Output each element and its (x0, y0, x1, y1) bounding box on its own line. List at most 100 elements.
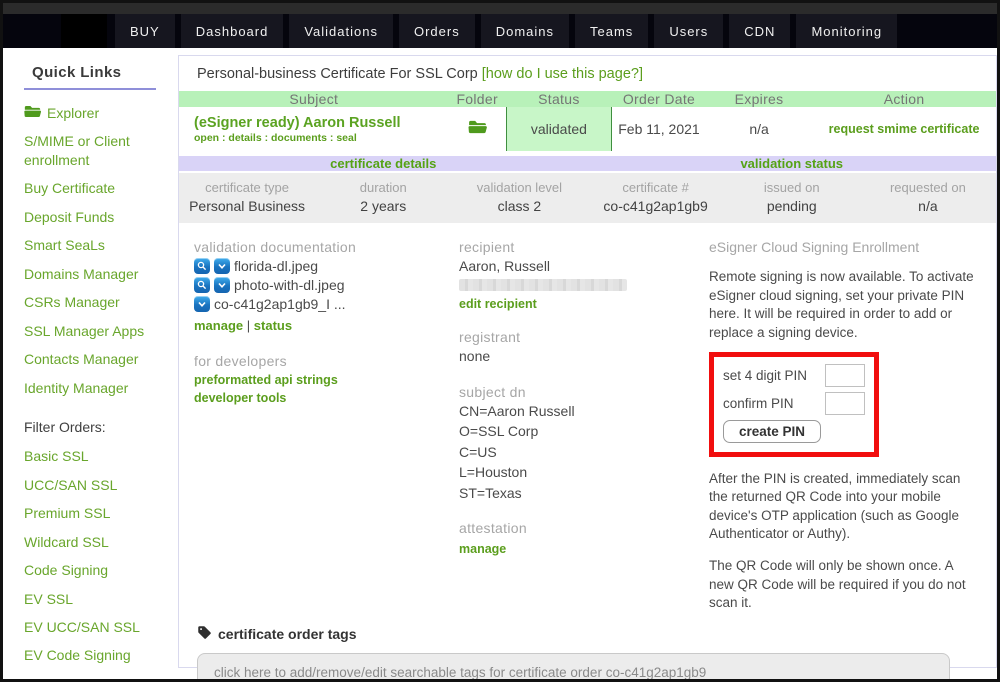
filter-item[interactable]: EV SSL (24, 590, 164, 608)
summary-cell: requested on n/a (860, 180, 996, 214)
doc-name[interactable]: co-c41g2ap1gb9_I ... (214, 296, 346, 312)
filter-item[interactable]: Physical Tokens (24, 675, 164, 679)
edit-recipient-link[interactable]: edit recipient (459, 297, 709, 311)
certificate-summary: certificate type Personal Business durat… (179, 173, 996, 223)
tags-label-row: certificate order tags (197, 625, 978, 643)
sidebar-item[interactable]: S/MIME or Client enrollment (24, 132, 164, 169)
confirm-pin-label: confirm PIN (723, 396, 794, 411)
section-bands: certificate details validation status (179, 156, 996, 171)
qr-note-2: The QR Code will only be shown once. A n… (709, 557, 981, 613)
summary-value: Personal Business (179, 198, 315, 214)
subject-cell: (eSigner ready) Aaron Russell open : det… (179, 115, 449, 144)
create-pin-button[interactable]: create PIN (723, 420, 821, 443)
browser-top-strip (3, 3, 997, 14)
summary-cell: certificate # co-c41g2ap1gb9 (588, 180, 724, 214)
filter-orders-title: Filter Orders: (24, 419, 175, 435)
download-doc-icon[interactable] (214, 258, 230, 274)
doc-row: co-c41g2ap1gb9_I ... (194, 296, 459, 312)
app-window: BUY Dashboard Validations Orders Domains… (0, 0, 1000, 682)
doc-name[interactable]: florida-dl.jpeg (234, 258, 318, 274)
summary-label: requested on (860, 180, 996, 195)
sidebar-item[interactable]: Buy Certificate (24, 179, 164, 197)
filter-item[interactable]: EV UCC/SAN SSL (24, 618, 164, 636)
sidebar-item-explorer[interactable]: Explorer (24, 104, 164, 122)
registrant-value: none (459, 347, 709, 365)
set-pin-input[interactable] (825, 364, 865, 387)
subject-dn-line: CN=Aaron Russell (459, 402, 709, 420)
summary-cell: validation level class 2 (451, 180, 587, 214)
tags-input[interactable] (197, 653, 950, 682)
sidebar-item[interactable]: SSL Manager Apps (24, 322, 164, 340)
subject-dn-line: ST=Texas (459, 484, 709, 502)
nav-item[interactable]: Monitoring (796, 14, 897, 48)
nav-item[interactable]: Orders (399, 14, 475, 48)
folder-cell[interactable] (449, 120, 506, 139)
summary-value: 2 years (315, 198, 451, 214)
summary-cell: certificate type Personal Business (179, 180, 315, 214)
set-pin-label: set 4 digit PIN (723, 368, 807, 383)
filter-item[interactable]: Premium SSL (24, 504, 164, 522)
download-doc-icon[interactable] (214, 277, 230, 293)
manage-docs-link[interactable]: manage (194, 318, 243, 333)
nav-item[interactable]: BUY (115, 14, 175, 48)
sidebar-item[interactable]: Deposit Funds (24, 208, 164, 226)
developer-link[interactable]: preformatted api strings (194, 373, 459, 387)
folder-icon (468, 120, 487, 139)
tags-label-text: certificate order tags (218, 626, 357, 642)
sidebar-item[interactable]: Smart SeaLs (24, 236, 164, 254)
validation-docs-label: validation documentation (194, 239, 459, 255)
sidebar-item[interactable]: Identity Manager (24, 379, 164, 397)
orders-table-header: Subject Folder Status Order Date Expires… (179, 91, 996, 107)
nav-item[interactable]: Validations (289, 14, 393, 48)
nav-item[interactable]: Users (654, 14, 723, 48)
confirm-pin-input[interactable] (825, 392, 865, 415)
nav-item[interactable]: Dashboard (181, 14, 284, 48)
certificate-panel: Personal-business Certificate For SSL Co… (178, 55, 997, 668)
esigner-title: eSigner Cloud Signing Enrollment (709, 239, 981, 255)
sidebar-item[interactable]: Contacts Manager (24, 350, 164, 368)
download-doc-icon[interactable] (194, 296, 210, 312)
recipient-label: recipient (459, 239, 709, 255)
order-date-value: Feb 11, 2021 (612, 121, 706, 137)
summary-value: class 2 (451, 198, 587, 214)
attestation-manage-link[interactable]: manage (459, 542, 709, 556)
filter-item[interactable]: Wildcard SSL (24, 533, 164, 551)
nav-logo-block (61, 14, 107, 48)
summary-label: duration (315, 180, 451, 195)
subject-dn-line: L=Houston (459, 463, 709, 481)
for-developers-label: for developers (194, 353, 459, 369)
subject-sublinks[interactable]: open : details : documents : seal (194, 132, 449, 144)
nav-item[interactable]: Teams (575, 14, 648, 48)
summary-value: n/a (860, 198, 996, 214)
confirm-pin-row: confirm PIN (723, 392, 865, 415)
filter-item[interactable]: Basic SSL (24, 447, 164, 465)
request-smime-link[interactable]: request smime certificate (812, 122, 996, 136)
sidebar-item-label: Explorer (47, 104, 99, 122)
nav-item[interactable]: Domains (481, 14, 569, 48)
sidebar-item[interactable]: Domains Manager (24, 265, 164, 283)
col-folder: Folder (449, 91, 506, 107)
filter-item[interactable]: UCC/SAN SSL (24, 476, 164, 494)
filter-item[interactable]: Code Signing (24, 561, 164, 579)
subject-name-link[interactable]: (eSigner ready) Aaron Russell (194, 115, 449, 131)
doc-row: photo-with-dl.jpeg (194, 277, 459, 293)
link-separator: | (247, 318, 250, 333)
doc-name[interactable]: photo-with-dl.jpeg (234, 277, 345, 293)
esigner-intro: Remote signing is now available. To acti… (709, 268, 981, 343)
how-do-i-use-link[interactable]: [how do I use this page?] (482, 66, 643, 82)
sidebar-links: S/MIME or Client enrollment Buy Certific… (24, 132, 175, 397)
subject-dn-line: C=US (459, 443, 709, 461)
developer-link[interactable]: developer tools (194, 391, 459, 405)
expires-value: n/a (706, 121, 812, 137)
filter-item[interactable]: EV Code Signing (24, 646, 164, 664)
registrant-label: registrant (459, 329, 709, 345)
tag-icon (197, 625, 212, 643)
sidebar-item[interactable]: CSRs Manager (24, 293, 164, 311)
main-navbar: BUY Dashboard Validations Orders Domains… (3, 14, 997, 48)
preview-doc-icon[interactable] (194, 277, 210, 293)
docs-status-link[interactable]: status (254, 318, 292, 333)
developer-links: preformatted api strings developer tools (194, 373, 459, 405)
preview-doc-icon[interactable] (194, 258, 210, 274)
nav-item[interactable]: CDN (729, 14, 790, 48)
summary-cell: duration 2 years (315, 180, 451, 214)
